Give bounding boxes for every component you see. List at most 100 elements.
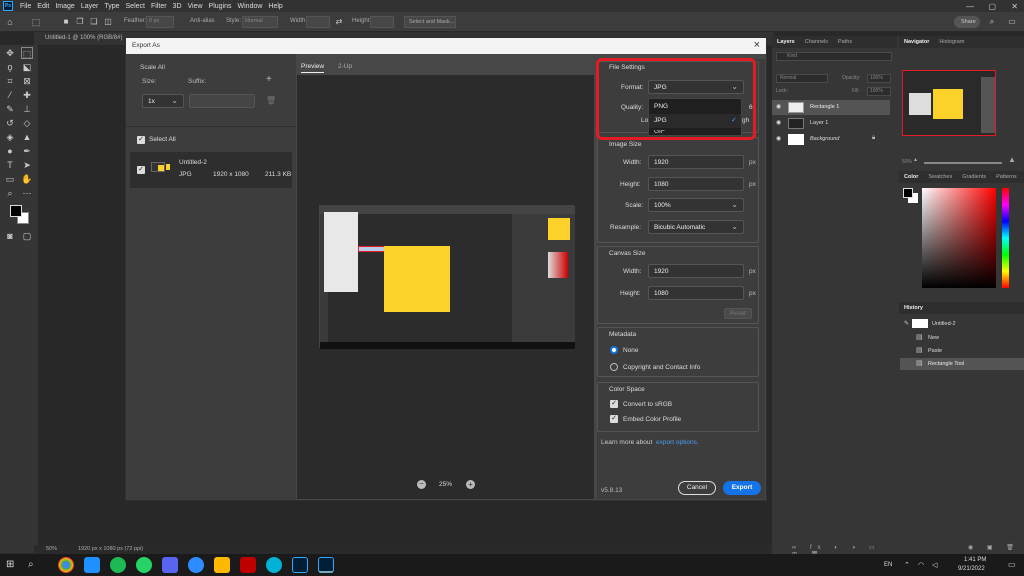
add-scale-icon[interactable]: + bbox=[266, 74, 272, 85]
delete-scale-icon[interactable]: 🗑︎ bbox=[266, 96, 276, 105]
history-brush-source-icon[interactable]: ✎ bbox=[904, 320, 909, 327]
metadata-copyright-label[interactable]: Copyright and Contact Info bbox=[623, 364, 700, 371]
layer-row[interactable]: ◉ Layer 1 bbox=[772, 116, 890, 131]
antialias-label[interactable]: Anti-alias bbox=[190, 18, 215, 24]
new-selection-icon[interactable]: ■ bbox=[60, 16, 72, 28]
layer-filter-kind[interactable]: Kind bbox=[776, 52, 892, 61]
object-select-icon[interactable]: ⬕ bbox=[21, 61, 33, 73]
navigator-zoom-slider[interactable] bbox=[924, 162, 1002, 164]
more-tools-icon[interactable]: ⋯ bbox=[21, 187, 33, 199]
dodge-tool-icon[interactable]: ● bbox=[4, 145, 16, 157]
intersect-selection-icon[interactable]: ◫ bbox=[102, 16, 114, 28]
tray-language[interactable]: EN bbox=[884, 562, 892, 568]
window-close-icon[interactable]: ✕ bbox=[1011, 2, 1018, 11]
menu-select[interactable]: Select bbox=[123, 3, 148, 10]
tab-patterns[interactable]: Patterns bbox=[991, 174, 1021, 180]
menu-edit[interactable]: Edit bbox=[34, 3, 52, 10]
lightroom-icon[interactable] bbox=[292, 557, 308, 573]
asset-checkbox[interactable]: ✓ bbox=[137, 166, 145, 174]
menu-view[interactable]: View bbox=[185, 3, 206, 10]
explorer-icon[interactable] bbox=[84, 557, 100, 573]
export-button[interactable]: Export bbox=[723, 481, 761, 495]
tab-navigator[interactable]: Navigator bbox=[899, 39, 934, 45]
metadata-none-label[interactable]: None bbox=[623, 347, 639, 354]
select-all-label[interactable]: Select All bbox=[149, 136, 176, 143]
tray-wifi-icon[interactable]: ◠ bbox=[918, 561, 924, 569]
convert-srgb-label[interactable]: Convert to sRGB bbox=[623, 401, 672, 408]
history-item[interactable]: ▤ Rectangle Tool bbox=[900, 358, 1024, 370]
history-item[interactable]: ▤ New bbox=[900, 332, 1024, 344]
history-item[interactable]: ▤ Paste bbox=[900, 345, 1024, 357]
select-and-mask-button[interactable]: Select and Mask... bbox=[404, 16, 456, 28]
menu-filter[interactable]: Filter bbox=[148, 3, 170, 10]
canvas-height-input[interactable]: 1080 bbox=[648, 286, 744, 300]
explorer-app-icon[interactable] bbox=[214, 557, 230, 573]
minimize-icon[interactable]: — bbox=[966, 2, 974, 11]
marquee-tool-icon[interactable]: ⬚ bbox=[21, 47, 33, 59]
tab-color[interactable]: Color bbox=[899, 174, 923, 180]
scale-select[interactable]: 100% ⌄ bbox=[648, 198, 744, 212]
fill-input[interactable]: 100% bbox=[867, 87, 891, 96]
canvas-width-input[interactable]: 1920 bbox=[648, 264, 744, 278]
color-fg-swatch[interactable] bbox=[903, 188, 913, 198]
visibility-eye-icon[interactable]: ◉ bbox=[776, 103, 781, 110]
tray-date[interactable]: 9/21/2022 bbox=[958, 566, 985, 572]
layer-row[interactable]: ◉ Rectangle 1 bbox=[772, 100, 890, 115]
eraser-tool-icon[interactable]: ◇ bbox=[21, 117, 33, 129]
zoom-tool-icon[interactable]: ⌕ bbox=[4, 187, 16, 199]
add-selection-icon[interactable]: ❐ bbox=[74, 16, 86, 28]
width-input[interactable] bbox=[306, 16, 330, 28]
tab-swatches[interactable]: Swatches bbox=[923, 174, 957, 180]
width-input[interactable]: 1920 bbox=[648, 155, 744, 169]
quick-mask-icon[interactable]: ◙ bbox=[4, 230, 16, 242]
resample-select[interactable]: Bicubic Automatic ⌄ bbox=[648, 220, 744, 234]
screen-mode-icon[interactable]: ▢ bbox=[21, 230, 33, 242]
zoom-in-large-icon[interactable]: ▲ bbox=[1008, 155, 1016, 164]
spot-heal-icon[interactable]: ✚ bbox=[21, 89, 33, 101]
embed-profile-label[interactable]: Embed Color Profile bbox=[623, 416, 681, 423]
discord-icon[interactable] bbox=[162, 557, 178, 573]
height-input[interactable] bbox=[370, 16, 394, 28]
hue-slider[interactable] bbox=[1002, 188, 1009, 288]
workspace-icon[interactable]: ▭ bbox=[1006, 16, 1018, 28]
zoom-in-icon[interactable]: + bbox=[466, 480, 475, 489]
cancel-button[interactable]: Cancel bbox=[678, 481, 716, 495]
blur-tool-icon[interactable]: ▲ bbox=[21, 131, 33, 143]
height-input[interactable]: 1080 bbox=[648, 177, 744, 191]
zoom-out-small-icon[interactable]: ▴ bbox=[914, 156, 917, 163]
brush-tool-icon[interactable]: ✎ bbox=[4, 103, 16, 115]
menu-type[interactable]: Type bbox=[101, 3, 122, 10]
foreground-color-swatch[interactable] bbox=[10, 205, 22, 217]
export-options-link[interactable]: export options. bbox=[656, 439, 699, 446]
windows-start-icon[interactable]: ⊞ bbox=[6, 559, 14, 570]
scale-size-select[interactable]: 1x ⌄ bbox=[142, 94, 184, 108]
home-icon[interactable]: ⌂ bbox=[4, 16, 16, 28]
metadata-none-radio[interactable] bbox=[610, 346, 618, 354]
lasso-tool-icon[interactable]: ϙ bbox=[4, 61, 16, 73]
visibility-eye-icon[interactable]: ◉ bbox=[776, 119, 781, 126]
tray-time[interactable]: 1:41 PM bbox=[964, 557, 986, 563]
subtract-selection-icon[interactable]: ❏ bbox=[88, 16, 100, 28]
zoom-out-icon[interactable]: − bbox=[417, 480, 426, 489]
menu-plugins[interactable]: Plugins bbox=[206, 3, 235, 10]
tab-paths[interactable]: Paths bbox=[833, 39, 857, 45]
layer-row[interactable]: ◉ Background 🔒︎ bbox=[772, 132, 890, 147]
tab-layers[interactable]: Layers bbox=[772, 39, 800, 45]
menu-image[interactable]: Image bbox=[52, 3, 77, 10]
photoshop-taskbar-icon[interactable] bbox=[318, 557, 334, 573]
reset-button[interactable]: Reset bbox=[724, 308, 752, 319]
select-all-checkbox[interactable]: ✓ bbox=[137, 136, 145, 144]
path-select-icon[interactable]: ➤ bbox=[21, 159, 33, 171]
chrome-icon[interactable] bbox=[58, 557, 74, 573]
notifications-icon[interactable]: ▭ bbox=[1008, 560, 1016, 569]
pen-tool-icon[interactable]: ✒ bbox=[21, 145, 33, 157]
search-icon[interactable]: ⌕ bbox=[986, 16, 998, 28]
feather-input[interactable]: 0 px bbox=[146, 16, 174, 28]
blend-mode-select[interactable]: Normal bbox=[776, 74, 828, 83]
navigator-thumbnail[interactable] bbox=[902, 70, 996, 136]
menu-window[interactable]: Window bbox=[235, 3, 266, 10]
spotify-icon[interactable] bbox=[110, 557, 126, 573]
visibility-eye-icon[interactable]: ◉ bbox=[776, 135, 781, 142]
tab-histogram[interactable]: Histogram bbox=[934, 39, 969, 45]
asset-row[interactable]: ✓ Untitled-2 JPG 1920 x 1080 211.3 KB bbox=[130, 152, 292, 188]
